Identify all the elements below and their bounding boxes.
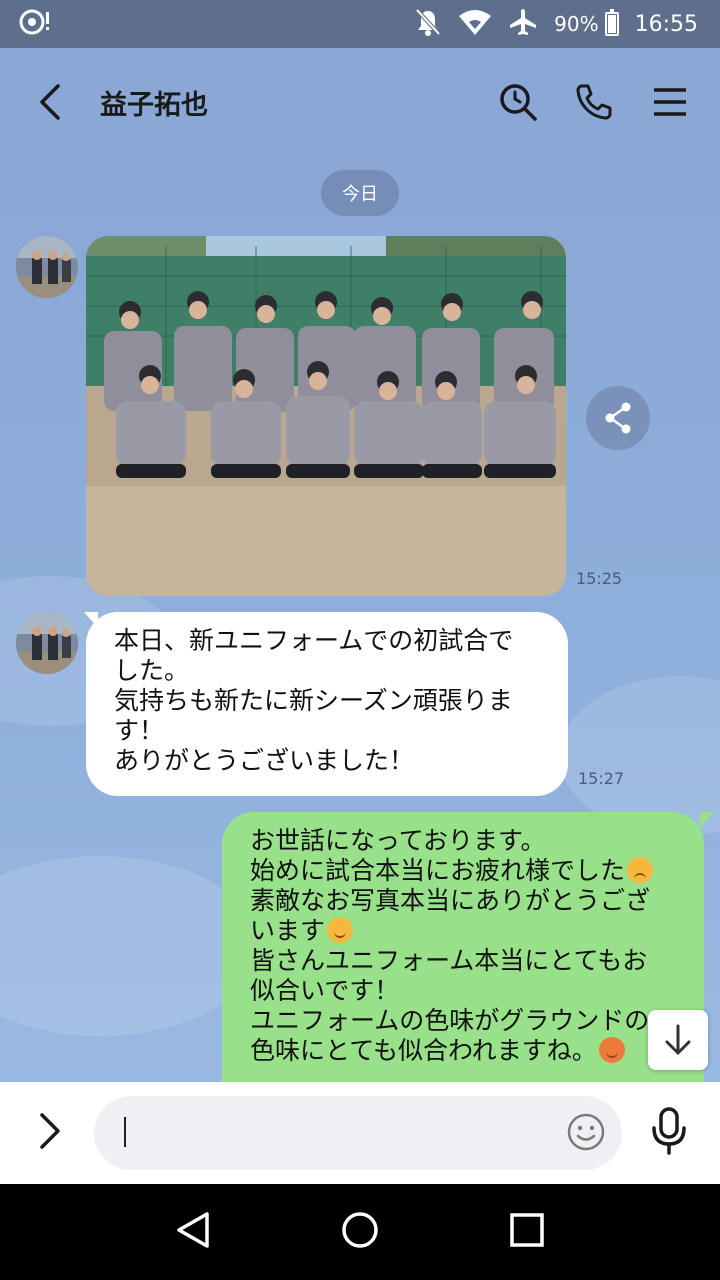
message-line: 素敵なお写真本当にありがとうござ	[250, 886, 651, 915]
message-line: います	[250, 916, 326, 945]
message-input[interactable]	[94, 1096, 622, 1170]
system-navigation-bar	[0, 1184, 720, 1280]
message-time: 15:27	[578, 769, 625, 788]
message-input-bar	[0, 1082, 720, 1184]
wifi-icon	[458, 8, 492, 41]
share-button[interactable]	[586, 386, 650, 450]
status-time: 16:55	[634, 11, 698, 37]
date-label: 今日	[342, 184, 378, 205]
expand-chevron-icon[interactable]	[38, 1112, 62, 1154]
sad-face-emoji-icon	[627, 857, 654, 883]
message-line: 気持ちも新たに新シーズン頑張りま	[114, 686, 513, 715]
menu-icon[interactable]	[650, 82, 690, 122]
sender-avatar[interactable]	[16, 236, 78, 298]
home-circle-icon[interactable]	[340, 1210, 380, 1254]
message-line: 皆さんユニフォーム本当にとてもお	[250, 946, 648, 975]
app-notification-icon	[18, 8, 54, 40]
chat-title: 益子拓也	[100, 89, 208, 121]
phone-call-icon[interactable]	[574, 82, 614, 122]
message-line: した。	[114, 656, 190, 685]
date-separator: 今日	[321, 170, 399, 216]
incoming-message-bubble[interactable]: 本日、新ユニフォームでの初試合で した。 気持ちも新たに新シーズン頑張りま す！…	[84, 612, 568, 796]
airplane-mode-icon	[508, 7, 538, 42]
search-icon[interactable]	[498, 82, 538, 122]
battery-percent: 90%	[554, 12, 599, 36]
message-line: 本日、新ユニフォームでの初試合で	[114, 626, 514, 655]
recents-square-icon[interactable]	[509, 1212, 545, 1252]
sender-avatar[interactable]	[16, 612, 78, 674]
team-photo-message[interactable]	[86, 236, 566, 596]
message-line: 始めに試合本当にお疲れ様でした	[250, 856, 626, 885]
smiling-face-emoji-icon	[327, 917, 354, 943]
back-arrow-icon[interactable]	[30, 82, 70, 122]
message-line: ありがとうございました！	[114, 746, 415, 775]
emoji-picker-icon[interactable]	[566, 1112, 606, 1152]
notifications-off-icon	[414, 7, 442, 42]
text-cursor	[124, 1117, 126, 1147]
message-line: 色味にとても似合われますね。	[250, 1036, 597, 1065]
chat-area[interactable]: 今日 15:25 本日、新ユニフォームでの初試合で した。 気持ちも新たに新シー…	[0, 156, 720, 1082]
message-line: 似合いです！	[250, 976, 400, 1005]
battery-icon	[604, 9, 619, 36]
chat-header: 益子拓也	[0, 48, 720, 156]
message-line: す！	[114, 716, 165, 745]
back-triangle-icon[interactable]	[175, 1211, 211, 1253]
status-bar: 90% 16:55	[0, 0, 720, 48]
message-line: お世話になっております。	[250, 826, 546, 855]
outgoing-message-bubble[interactable]: お世話になっております。 始めに試合本当にお疲れ様でした 素敵なお写真本当にあり…	[222, 812, 714, 1082]
scroll-to-bottom-button[interactable]	[648, 1010, 708, 1070]
message-line: ユニフォームの色味がグラウンドの	[250, 1006, 650, 1035]
tired-face-emoji-icon	[598, 1037, 625, 1063]
message-time: 15:25	[576, 569, 623, 588]
battery-indicator: 90%	[554, 9, 619, 36]
microphone-icon[interactable]	[648, 1106, 690, 1156]
